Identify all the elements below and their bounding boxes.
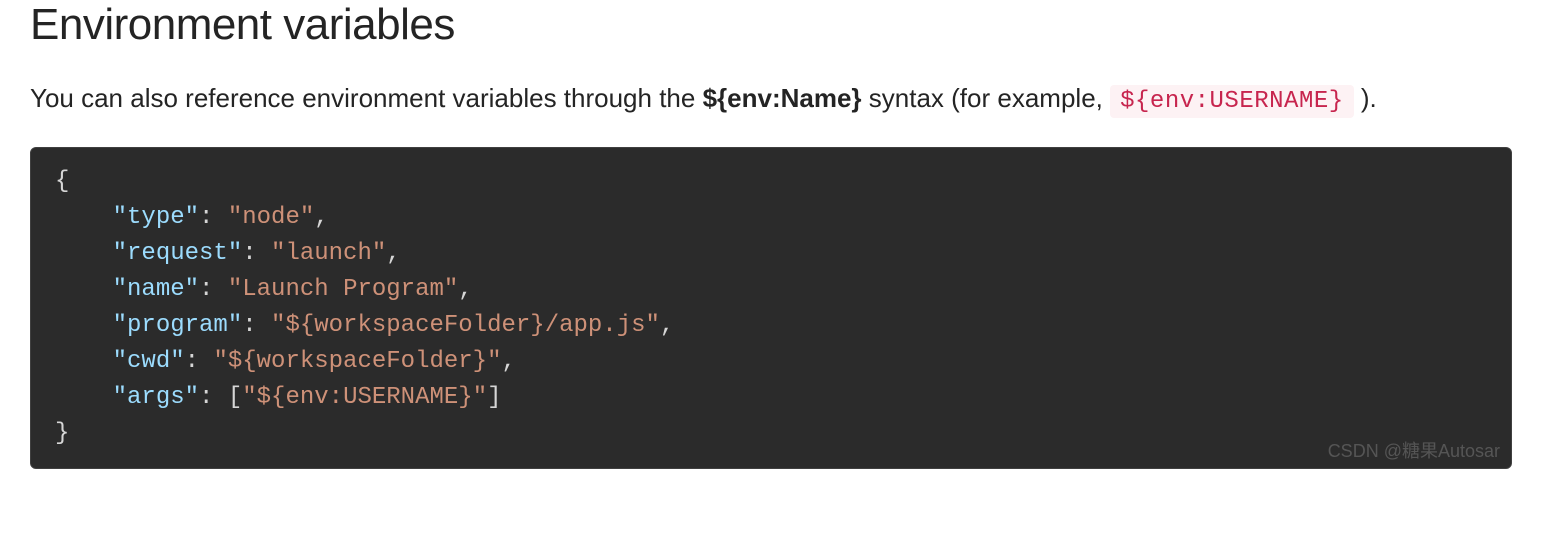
code-key-program: "program" (113, 312, 243, 339)
code-key-type: "type" (113, 204, 199, 231)
desc-text-pre: You can also reference environment varia… (30, 83, 703, 113)
code-val-request: "launch" (271, 240, 386, 267)
code-val-name: "Launch Program" (228, 276, 458, 303)
section-description: You can also reference environment varia… (30, 78, 1512, 121)
code-key-args: "args" (113, 384, 199, 411)
desc-text-post: ). (1354, 83, 1377, 113)
desc-text-mid: syntax (for example, (862, 83, 1111, 113)
code-key-cwd: "cwd" (113, 348, 185, 375)
desc-bold-syntax: ${env:Name} (703, 83, 862, 113)
code-brace-open: { (55, 168, 69, 195)
code-val-args: "${env:USERNAME}" (242, 384, 487, 411)
code-brace-close: } (55, 420, 69, 447)
section-heading: Environment variables (30, 0, 1512, 50)
code-val-cwd: "${workspaceFolder}" (213, 348, 501, 375)
desc-inline-code: ${env:USERNAME} (1110, 85, 1354, 118)
code-val-type: "node" (228, 204, 314, 231)
code-val-program: "${workspaceFolder}/app.js" (271, 312, 660, 339)
code-key-name: "name" (113, 276, 199, 303)
code-key-request: "request" (113, 240, 243, 267)
code-block: { "type": "node", "request": "launch", "… (30, 147, 1512, 469)
